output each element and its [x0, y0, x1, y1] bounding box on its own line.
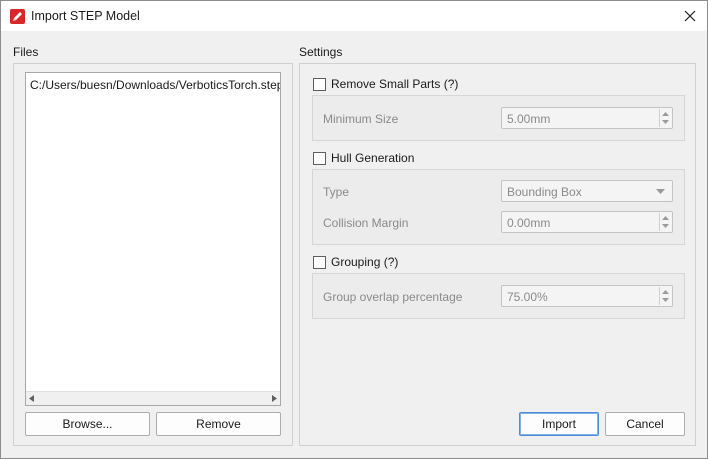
group-overlap-value[interactable]: 75.00%: [507, 290, 548, 304]
spin-arrows[interactable]: [659, 213, 671, 231]
type-label: Type: [323, 185, 350, 199]
collision-margin-spinbox[interactable]: 0.00mm: [501, 211, 673, 233]
files-list[interactable]: C:/Users/buesn/Downloads/VerboticsTorch.…: [25, 72, 281, 406]
scroll-left-icon[interactable]: [29, 395, 35, 402]
remove-small-parts-option[interactable]: Remove Small Parts (?): [313, 77, 458, 91]
horizontal-scrollbar[interactable]: [26, 391, 280, 405]
hull-type-dropdown[interactable]: Bounding Box: [501, 180, 673, 202]
hull-generation-checkbox[interactable]: [313, 151, 326, 165]
grouping-checkbox[interactable]: [313, 255, 326, 269]
title-bar[interactable]: Import STEP Model: [1, 1, 707, 31]
import-button[interactable]: Import: [519, 412, 599, 436]
spin-up-icon[interactable]: [662, 216, 669, 220]
file-item[interactable]: C:/Users/buesn/Downloads/VerboticsTorch.…: [30, 78, 280, 92]
spin-down-icon[interactable]: [662, 120, 669, 124]
collision-margin-label: Collision Margin: [323, 216, 409, 230]
spin-up-icon[interactable]: [662, 112, 669, 116]
chevron-down-icon[interactable]: [656, 189, 665, 194]
cancel-button[interactable]: Cancel: [605, 412, 685, 436]
import-step-dialog: Import STEP Model Files C:/Users/buesn/D…: [0, 0, 708, 459]
close-button[interactable]: [677, 3, 703, 29]
hull-generation-label: Hull Generation: [331, 151, 415, 165]
remove-small-parts-label: Remove Small Parts (?): [331, 77, 459, 91]
app-red-pencil-icon: [10, 9, 25, 24]
close-icon: [684, 10, 696, 22]
spin-arrows[interactable]: [659, 287, 671, 305]
grouping-label: Grouping (?): [331, 255, 399, 269]
browse-button[interactable]: Browse...: [25, 412, 150, 436]
spin-down-icon[interactable]: [662, 298, 669, 302]
grouping-option[interactable]: Grouping (?): [313, 255, 398, 269]
minimum-size-value[interactable]: 5.00mm: [507, 112, 550, 126]
remove-small-parts-checkbox[interactable]: [313, 77, 326, 91]
scroll-right-icon[interactable]: [271, 395, 277, 402]
group-overlap-spinbox[interactable]: 75.00%: [501, 285, 673, 307]
minimum-size-label: Minimum Size: [323, 112, 399, 126]
hull-generation-option[interactable]: Hull Generation: [313, 151, 414, 165]
spin-down-icon[interactable]: [662, 224, 669, 228]
group-overlap-label: Group overlap percentage: [323, 290, 463, 304]
settings-label: Settings: [299, 45, 343, 59]
remove-button[interactable]: Remove: [156, 412, 281, 436]
window-title: Import STEP Model: [31, 9, 140, 23]
hull-type-value: Bounding Box: [507, 185, 582, 199]
minimum-size-spinbox[interactable]: 5.00mm: [501, 107, 673, 129]
spin-up-icon[interactable]: [662, 290, 669, 294]
spin-arrows[interactable]: [659, 109, 671, 127]
collision-margin-value[interactable]: 0.00mm: [507, 216, 550, 230]
files-label: Files: [13, 45, 39, 59]
